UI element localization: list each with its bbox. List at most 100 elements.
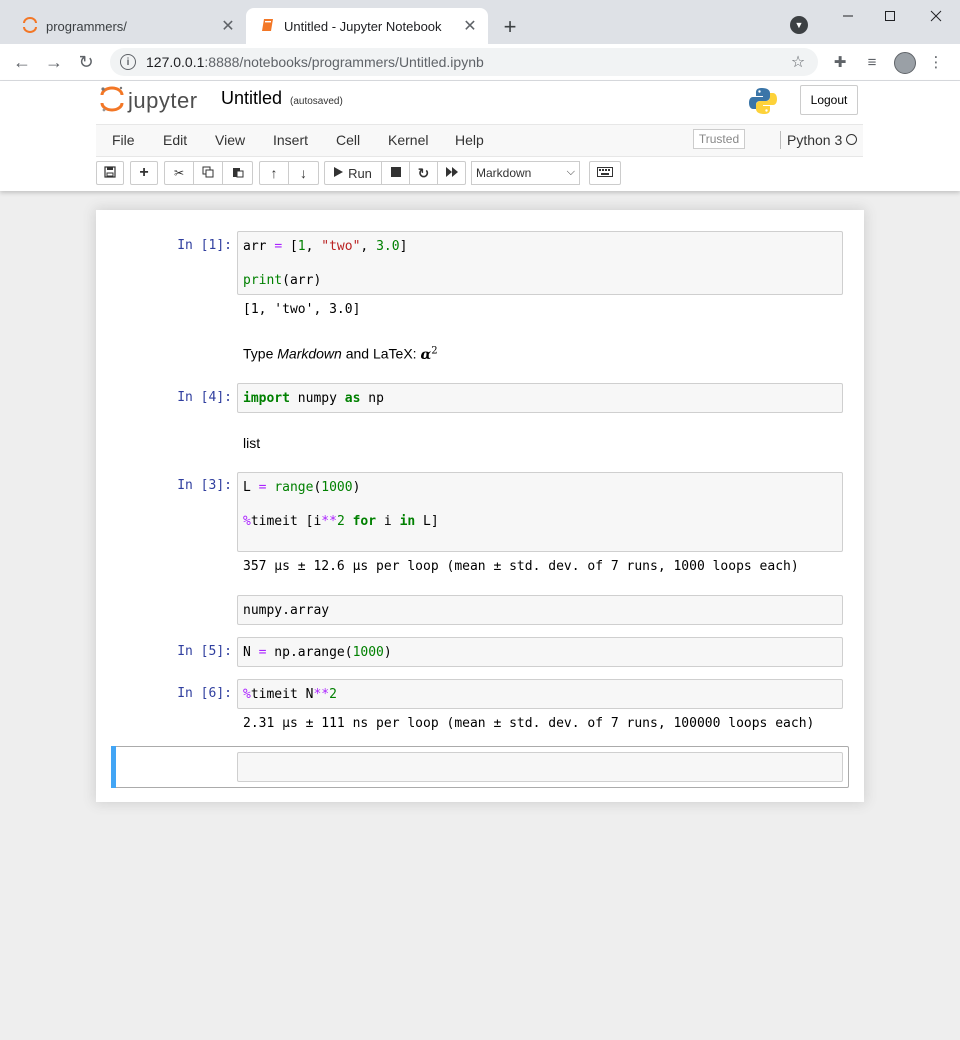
browser-tab-bar: programmers/ ✕ Untitled - Jupyter Notebo… xyxy=(0,0,960,44)
command-palette-button[interactable] xyxy=(589,161,621,185)
plus-icon: + xyxy=(139,164,149,181)
menu-bar: File Edit View Insert Cell Kernel Help T… xyxy=(96,124,863,157)
close-window-icon[interactable] xyxy=(916,6,956,26)
cell-output: 357 µs ± 12.6 µs per loop (mean ± std. d… xyxy=(243,559,799,574)
profile-avatar[interactable] xyxy=(894,52,916,74)
input-prompt: In [4]: xyxy=(177,390,232,405)
menu-view[interactable]: View xyxy=(215,132,245,148)
code-cell-input[interactable]: L = range(1000) %timeit [i**2 for i in L… xyxy=(237,472,843,552)
menu-file[interactable]: File xyxy=(112,132,135,148)
kernel-idle-indicator-icon xyxy=(846,134,857,145)
code-line: L = range(1000) xyxy=(243,480,361,495)
code-line: %timeit [i**2 for i in L] xyxy=(243,514,439,529)
tab-title: programmers/ xyxy=(46,18,127,34)
scissors-icon: ✂ xyxy=(173,166,185,180)
code-cell-input[interactable]: %timeit N**2 xyxy=(237,679,843,709)
close-tab-icon[interactable]: ✕ xyxy=(460,16,480,36)
cell-type-value: Markdown xyxy=(476,166,532,180)
restart-icon: ↻ xyxy=(417,164,430,181)
menu-help[interactable]: Help xyxy=(455,132,484,148)
jupyter-logo[interactable]: jupyter xyxy=(100,85,198,118)
input-prompt: In [1]: xyxy=(177,238,232,253)
run-button[interactable]: Run xyxy=(324,161,382,185)
empty-cell-input[interactable] xyxy=(237,752,843,782)
autosave-status: (autosaved) xyxy=(290,96,343,107)
interrupt-kernel-button[interactable] xyxy=(382,161,410,185)
site-info-icon[interactable]: i xyxy=(120,54,136,70)
code-cell-input[interactable]: arr = [1, "two", 3.0] print(arr) xyxy=(237,231,843,295)
md-emphasis: Markdown xyxy=(277,345,342,362)
copy-button[interactable] xyxy=(194,161,223,185)
play-icon xyxy=(334,166,344,180)
keyboard-icon xyxy=(597,166,613,180)
raw-cell[interactable]: numpy.array xyxy=(237,595,843,625)
menu-insert[interactable]: Insert xyxy=(273,132,308,148)
insert-cell-button[interactable]: + xyxy=(130,161,158,185)
restart-run-all-button[interactable] xyxy=(438,161,466,185)
close-tab-icon[interactable]: ✕ xyxy=(218,16,238,36)
md-text: and LaTeX: xyxy=(341,345,421,362)
restart-kernel-button[interactable]: ↻ xyxy=(410,161,438,185)
logout-button[interactable]: Logout xyxy=(800,85,858,115)
tab-search-icon[interactable]: ▼ xyxy=(790,16,808,34)
copy-icon xyxy=(202,166,214,181)
move-up-button[interactable]: ↑ xyxy=(259,161,289,185)
reload-icon[interactable]: ↻ xyxy=(74,50,98,74)
menu-cell[interactable]: Cell xyxy=(336,132,360,148)
move-down-button[interactable]: ↓ xyxy=(289,161,319,185)
code-line: %timeit N**2 xyxy=(243,687,337,702)
input-prompt: In [3]: xyxy=(177,478,232,493)
chevron-down-icon: ⌵ xyxy=(566,166,575,178)
notebook-container: In [1]: arr = [1, "two", 3.0] print(arr)… xyxy=(96,210,864,802)
code-line: N = np.arange(1000) xyxy=(243,645,392,660)
code-line: import numpy as np xyxy=(243,391,384,406)
browser-menu-icon[interactable]: ⋮ xyxy=(926,52,946,72)
code-cell-input[interactable]: N = np.arange(1000) xyxy=(237,637,843,667)
notebook-title[interactable]: Untitled xyxy=(221,88,282,109)
latex-alpha-squared: α2 xyxy=(420,345,438,363)
notebook-favicon-icon xyxy=(260,17,276,36)
selected-cell-indicator xyxy=(111,746,116,788)
input-prompt: In [5]: xyxy=(177,644,232,659)
jupyter-header: jupyter Untitled (autosaved) Logout File… xyxy=(0,81,960,191)
code-cell-input[interactable]: import numpy as np xyxy=(237,383,843,413)
maximize-icon[interactable] xyxy=(870,6,910,26)
jupyter-logo-icon xyxy=(100,85,124,118)
save-button[interactable] xyxy=(96,161,124,185)
url-text[interactable]: 127.0.0.1:8888/notebooks/programmers/Unt… xyxy=(146,54,788,70)
md-text: Type xyxy=(243,345,278,362)
trusted-indicator[interactable]: Trusted xyxy=(693,129,745,149)
run-label: Run xyxy=(348,165,372,181)
new-tab-icon[interactable]: + xyxy=(496,13,524,41)
python-logo-icon xyxy=(748,86,778,116)
paste-icon xyxy=(232,166,244,181)
markdown-cell[interactable]: Type Markdown and LaTeX: α2 xyxy=(243,345,438,363)
code-line: print(arr) xyxy=(243,273,322,288)
arrow-up-icon: ↑ xyxy=(270,165,278,181)
browser-tab-untitled[interactable]: Untitled - Jupyter Notebook ✕ xyxy=(246,8,488,44)
jupyter-wordmark: jupyter xyxy=(128,88,198,113)
code-line: arr = [1, "two", 3.0] xyxy=(243,239,408,254)
cell-type-select[interactable]: Markdown ⌵ xyxy=(471,161,580,185)
url-host: 127.0.0.1 xyxy=(146,54,205,70)
jupyter-favicon-icon xyxy=(22,16,38,36)
media-queue-icon[interactable]: ≡ xyxy=(862,52,882,72)
kernel-name[interactable]: Python 3 xyxy=(787,132,842,148)
forward-icon[interactable]: → xyxy=(42,50,66,74)
tab-title: Untitled - Jupyter Notebook xyxy=(284,18,442,34)
kernel-separator xyxy=(780,131,781,149)
paste-button[interactable] xyxy=(223,161,253,185)
minimize-icon[interactable] xyxy=(828,6,868,26)
browser-tab-programmers[interactable]: programmers/ ✕ xyxy=(8,8,246,44)
arrow-down-icon: ↓ xyxy=(300,165,307,181)
url-path: :8888/notebooks/programmers/Untitled.ipy… xyxy=(204,54,484,70)
extensions-puzzle-icon[interactable]: ✚ xyxy=(830,52,850,72)
markdown-cell[interactable]: list xyxy=(243,435,260,451)
bookmark-star-icon[interactable]: ☆ xyxy=(788,52,808,72)
back-icon[interactable]: ← xyxy=(10,50,34,74)
menu-kernel[interactable]: Kernel xyxy=(388,132,428,148)
address-bar[interactable]: i 127.0.0.1:8888/notebooks/programmers/U… xyxy=(110,48,818,76)
input-prompt: In [6]: xyxy=(177,686,232,701)
cut-button[interactable]: ✂ xyxy=(164,161,194,185)
menu-edit[interactable]: Edit xyxy=(163,132,187,148)
